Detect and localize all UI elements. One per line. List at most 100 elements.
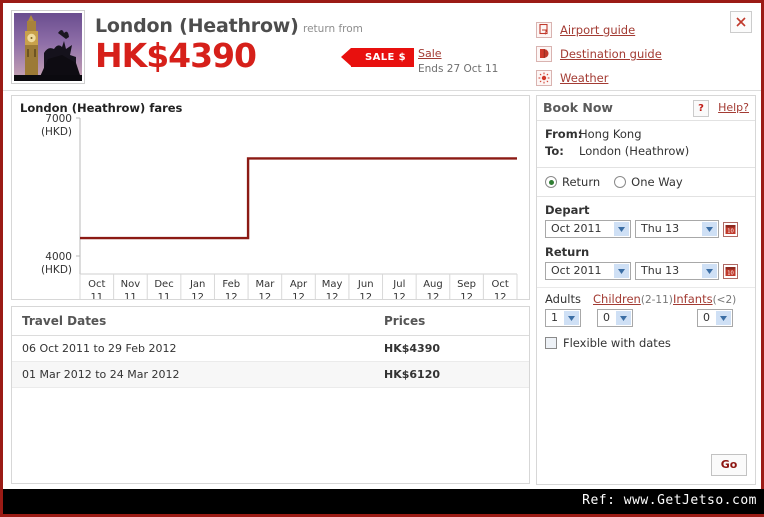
flexible-dates-checkbox[interactable] bbox=[545, 337, 557, 349]
svg-text:(HKD): (HKD) bbox=[41, 126, 72, 138]
go-button[interactable]: Go bbox=[711, 454, 747, 476]
depart-row: Oct 2011 Thu 13 10 bbox=[545, 220, 747, 238]
return-row: Oct 2011 Thu 13 10 bbox=[545, 262, 747, 280]
fares-table-body: 06 Oct 2011 to 29 Feb 2012 HK$4390 01 Mar … bbox=[12, 335, 529, 388]
help-link[interactable]: Help? bbox=[718, 101, 749, 114]
col-travel-dates: Travel Dates bbox=[12, 307, 384, 336]
radio-return-label[interactable]: Return bbox=[562, 175, 600, 189]
guide-row-weather[interactable]: Weather bbox=[536, 69, 662, 86]
destination-guide-label[interactable]: Destination guide bbox=[560, 47, 662, 61]
help-icon[interactable]: ? bbox=[693, 100, 709, 117]
footer-watermark-bar: Ref: www.GetJetso.com bbox=[3, 489, 764, 514]
airport-guide-label[interactable]: Airport guide bbox=[560, 23, 635, 37]
booking-panel: Book Now ? Help? From: Hong Kong To: Lon… bbox=[536, 95, 756, 485]
adults-value: 1 bbox=[551, 311, 558, 324]
svg-text:Apr: Apr bbox=[290, 279, 308, 290]
svg-text:12: 12 bbox=[460, 292, 473, 299]
destination-title: London (Heathrow) bbox=[95, 15, 299, 37]
date-section: Depart Oct 2011 Thu 13 10 Return Oct 201… bbox=[537, 197, 755, 280]
left-column: London (Heathrow) fares 7000 (HKD) 4000 (HK… bbox=[11, 95, 530, 484]
svg-text:Jan: Jan bbox=[189, 279, 205, 290]
radio-one-way[interactable] bbox=[614, 176, 627, 188]
svg-text:12: 12 bbox=[225, 292, 238, 299]
cell-travel-dates: 06 Oct 2011 to 29 Feb 2012 bbox=[12, 335, 384, 362]
promo-window: London (Heathrow) return from HK$4390 SA… bbox=[0, 0, 764, 517]
sale-link[interactable]: Sale bbox=[418, 47, 442, 60]
svg-text:12: 12 bbox=[393, 292, 406, 299]
svg-text:Oct: Oct bbox=[492, 279, 509, 290]
guide-row-airport[interactable]: Airport guide bbox=[536, 21, 662, 38]
depart-calendar-icon[interactable]: 10 bbox=[723, 221, 738, 237]
to-label: To: bbox=[545, 144, 564, 158]
close-icon bbox=[736, 17, 746, 27]
big-ben-photo bbox=[14, 13, 82, 81]
col-prices: Prices bbox=[384, 307, 529, 336]
fare-chart: 7000(HKD)4000(HKD)Oct11Nov11Dec11Jan12Fe… bbox=[41, 113, 518, 299]
svg-text:Mar: Mar bbox=[255, 279, 275, 290]
chevron-down-icon bbox=[564, 311, 579, 325]
return-month-select[interactable]: Oct 2011 bbox=[545, 262, 631, 280]
cell-price: HK$4390 bbox=[384, 335, 529, 362]
booking-header: Book Now ? Help? bbox=[537, 96, 755, 121]
svg-text:Jun: Jun bbox=[357, 279, 374, 290]
children-select[interactable]: 0 bbox=[597, 309, 633, 327]
svg-text:Dec: Dec bbox=[154, 279, 173, 290]
depart-day-select[interactable]: Thu 13 bbox=[635, 220, 719, 238]
svg-text:7000: 7000 bbox=[45, 113, 72, 125]
infants-label[interactable]: Infants bbox=[673, 292, 713, 306]
chevron-down-icon bbox=[716, 311, 731, 325]
depart-day-value: Thu 13 bbox=[641, 222, 680, 235]
sale-badge: SALE $ bbox=[341, 48, 414, 67]
fare-chart-panel: London (Heathrow) fares 7000 (HKD) 4000 (HK… bbox=[11, 95, 530, 300]
fares-table-panel: Travel Dates Prices 06 Oct 2011 to 29 Fe… bbox=[11, 306, 530, 484]
infants-select[interactable]: 0 bbox=[697, 309, 733, 327]
flexible-dates-row[interactable]: Flexible with dates bbox=[537, 327, 755, 350]
svg-text:11: 11 bbox=[90, 292, 103, 299]
table-row: 01 Mar 2012 to 24 Mar 2012 HK$6120 bbox=[12, 361, 529, 388]
chevron-down-icon bbox=[614, 264, 629, 278]
svg-text:Nov: Nov bbox=[121, 279, 141, 290]
svg-text:4000: 4000 bbox=[45, 251, 72, 263]
svg-text:12: 12 bbox=[292, 292, 305, 299]
guide-row-destination[interactable]: Destination guide bbox=[536, 45, 662, 62]
svg-text:12: 12 bbox=[359, 292, 372, 299]
svg-text:Feb: Feb bbox=[222, 279, 240, 290]
svg-text:12: 12 bbox=[427, 292, 440, 299]
chevron-down-icon bbox=[702, 264, 717, 278]
guide-links: Airport guide Destination guide Weather bbox=[536, 21, 662, 93]
weather-sun-icon bbox=[536, 69, 552, 86]
flexible-dates-label: Flexible with dates bbox=[563, 336, 671, 350]
cell-travel-dates: 01 Mar 2012 to 24 Mar 2012 bbox=[12, 361, 384, 388]
children-label[interactable]: Children bbox=[593, 292, 641, 306]
to-value: London (Heathrow) bbox=[579, 144, 690, 158]
adults-select[interactable]: 1 bbox=[545, 309, 581, 327]
close-button[interactable] bbox=[730, 11, 752, 33]
trip-type-group: Return One Way bbox=[537, 168, 755, 197]
return-month-value: Oct 2011 bbox=[551, 264, 602, 277]
chevron-down-icon bbox=[614, 222, 629, 236]
svg-text:10: 10 bbox=[727, 270, 734, 276]
return-calendar-icon[interactable]: 10 bbox=[723, 263, 738, 279]
svg-text:10: 10 bbox=[727, 228, 734, 234]
from-row: From: Hong Kong bbox=[545, 127, 747, 141]
svg-text:12: 12 bbox=[259, 292, 272, 299]
sale-end-date: Ends 27 Oct 11 bbox=[418, 63, 499, 75]
return-label: Return bbox=[545, 245, 590, 259]
price-headline: HK$4390 bbox=[95, 36, 257, 75]
footer-ref-text: Ref: www.GetJetso.com bbox=[582, 493, 757, 508]
depart-label: Depart bbox=[545, 203, 590, 217]
chevron-down-icon bbox=[616, 311, 631, 325]
svg-text:Jul: Jul bbox=[392, 279, 405, 290]
infants-label-group[interactable]: Infants(<2) bbox=[673, 292, 736, 306]
children-label-group[interactable]: Children(2-11) bbox=[593, 292, 673, 306]
return-day-select[interactable]: Thu 13 bbox=[635, 262, 719, 280]
depart-month-select[interactable]: Oct 2011 bbox=[545, 220, 631, 238]
infants-value: 0 bbox=[703, 311, 710, 324]
fares-table: Travel Dates Prices 06 Oct 2011 to 29 Fe… bbox=[12, 307, 529, 388]
radio-return[interactable] bbox=[545, 176, 557, 188]
chevron-down-icon bbox=[702, 222, 717, 236]
from-label: From: bbox=[545, 127, 583, 141]
weather-label[interactable]: Weather bbox=[560, 71, 608, 85]
route-summary: From: Hong Kong To: London (Heathrow) bbox=[537, 121, 755, 168]
radio-one-way-label[interactable]: One Way bbox=[631, 175, 683, 189]
